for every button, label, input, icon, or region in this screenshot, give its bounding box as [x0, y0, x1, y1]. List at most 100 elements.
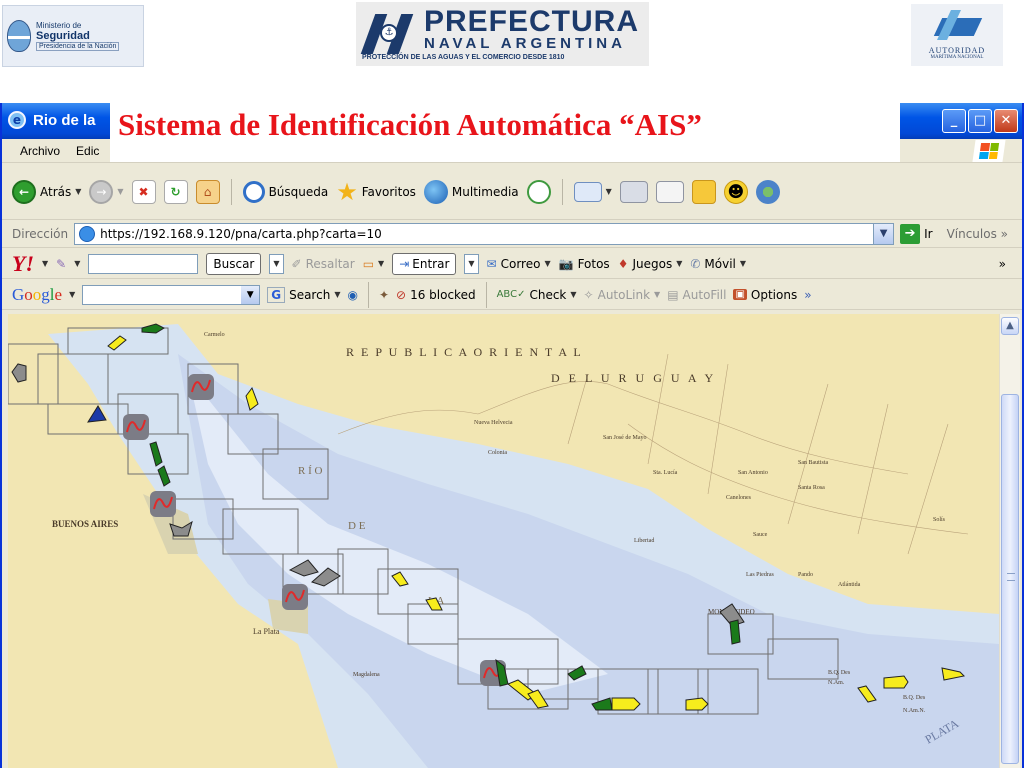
- label-san-antonio: San Antonio: [738, 470, 768, 476]
- pagerank-icon[interactable]: ✦: [379, 288, 389, 302]
- google-letter: o: [24, 284, 33, 304]
- popup-blocked-icon: ⊘: [396, 287, 407, 302]
- home-button[interactable]: ⌂: [195, 179, 220, 204]
- address-toolbar: Dirección https://192.168.9.120/pna/cart…: [2, 220, 1022, 248]
- autoridad-maritima-logo: AUTORIDAD MARÍTIMA NACIONAL: [911, 4, 1003, 66]
- yahoo-search-input[interactable]: [88, 253, 199, 274]
- go-button[interactable]: ➔ Ir: [900, 223, 933, 244]
- ais-station-icon[interactable]: [188, 374, 214, 400]
- google-search-input[interactable]: ▼: [82, 284, 261, 305]
- print-button[interactable]: [619, 180, 648, 203]
- go-label: Ir: [924, 226, 933, 241]
- autoridad-flag-icon: [933, 10, 983, 44]
- ais-station-icon[interactable]: [282, 584, 308, 610]
- signin-icon: ⇥: [399, 256, 410, 271]
- autolink-button[interactable]: ✧ AutoLink ▼: [584, 288, 661, 302]
- contacts-people-icon: [755, 179, 780, 204]
- vessel-icon[interactable]: [729, 619, 741, 645]
- window-button[interactable]: ▭ ▼: [363, 257, 385, 271]
- minimize-button[interactable]: _: [942, 109, 966, 133]
- signin-button[interactable]: ⇥ Entrar: [392, 252, 457, 275]
- history-button[interactable]: [526, 179, 551, 204]
- google-search-button[interactable]: G Search ▼: [267, 286, 340, 303]
- close-button[interactable]: ✕: [994, 109, 1018, 133]
- vessel-icon[interactable]: [883, 675, 909, 689]
- chart-svg: R E P U B L I C A O R I E N T A L D E L …: [8, 323, 999, 768]
- refresh-icon: ↻: [163, 179, 188, 204]
- google-search-dropdown-icon[interactable]: ▼: [241, 285, 260, 304]
- prefectura-word: PREFECTURA: [424, 4, 640, 38]
- slide: Ministerio de Seguridad Presidencia de l…: [0, 0, 1024, 768]
- spellcheck-icon: ABC✓: [496, 289, 526, 300]
- label-pando: Pando: [798, 572, 813, 578]
- mail-button[interactable]: ▼: [573, 181, 612, 202]
- forward-button[interactable]: → ▼: [89, 179, 124, 204]
- favorites-button[interactable]: ★ Favoritos: [336, 180, 416, 204]
- search-button[interactable]: Búsqueda: [242, 180, 328, 203]
- options-button[interactable]: ▣ Options: [733, 288, 797, 302]
- edit-button[interactable]: [655, 180, 684, 203]
- standard-toolbar: ← Atrás ▼ → ▼ ✖ ↻ ⌂ Búsqueda ★ Favoritos…: [2, 164, 1022, 220]
- nautical-chart-map[interactable]: R E P U B L I C A O R I E N T A L D E L …: [8, 314, 999, 768]
- mobile-link[interactable]: ✆ Móvil ▼: [690, 257, 746, 271]
- google-logo[interactable]: Google: [12, 285, 62, 305]
- autolink-icon: ✧: [583, 287, 594, 302]
- ministry-line1: Ministerio de: [36, 20, 82, 30]
- window-title: Rio de la: [33, 112, 96, 129]
- address-field[interactable]: https://192.168.9.120/pna/carta.php?cart…: [74, 222, 895, 245]
- window-icon: ▭: [362, 256, 375, 271]
- vessel-icon[interactable]: [11, 363, 27, 383]
- ais-station-icon[interactable]: [150, 491, 176, 517]
- messenger-notes-button[interactable]: [691, 179, 716, 204]
- pencil-icon[interactable]: ✎: [56, 257, 66, 271]
- games-link[interactable]: ♦ Juegos ▼: [618, 257, 683, 271]
- label-san-jose: San José de Mayo: [603, 435, 647, 441]
- links-label: Vínculos: [946, 226, 997, 241]
- messenger-button[interactable]: ☻: [723, 179, 748, 204]
- back-label: Atrás: [40, 184, 72, 199]
- spell-check-button[interactable]: ABC✓ Check ▼: [497, 288, 577, 302]
- google-more-chevron[interactable]: »: [804, 288, 811, 302]
- autofill-icon: ▤: [667, 287, 679, 302]
- google-letter: e: [54, 284, 63, 304]
- label-atlantida: Atlántida: [838, 582, 861, 588]
- address-dropdown-icon[interactable]: ▼: [873, 223, 894, 244]
- scroll-thumb[interactable]: [1001, 394, 1019, 764]
- google-news-icon[interactable]: ◉: [347, 288, 357, 302]
- mail-link[interactable]: ✉ Correo ▼: [487, 257, 551, 271]
- highlight-button[interactable]: ✐ Resaltar: [292, 257, 355, 271]
- scroll-up-icon[interactable]: ▲: [1001, 317, 1019, 335]
- maximize-button[interactable]: □: [968, 109, 992, 133]
- yahoo-logo[interactable]: Y!: [12, 251, 34, 277]
- photos-link[interactable]: 📷 Fotos: [559, 257, 610, 271]
- yahoo-toolbar: Y! ▼ ✎ ▼ Buscar ▼ ✐ Resaltar ▭ ▼ ⇥ Entrar ▼ …: [2, 249, 1022, 279]
- google-letter: G: [12, 284, 25, 304]
- back-button[interactable]: ← Atrás ▼: [12, 179, 81, 204]
- browser-window: e Rio de la _ □ ✕ Archivo Edic ← Atrás ▼: [0, 103, 1024, 768]
- label-magdalena: Magdalena: [353, 672, 380, 678]
- mail-label: Correo: [500, 256, 541, 271]
- refresh-button[interactable]: ↻: [163, 179, 188, 204]
- menu-edicion[interactable]: Edic: [76, 144, 99, 158]
- signin-dropdown[interactable]: ▼: [464, 253, 479, 274]
- menu-archivo[interactable]: Archivo: [20, 144, 60, 158]
- contacts-button[interactable]: [755, 179, 780, 204]
- links-button[interactable]: Vínculos »: [947, 227, 1008, 241]
- vertical-scrollbar[interactable]: ▲: [999, 314, 1020, 768]
- label-sauce: Sauce: [753, 532, 768, 538]
- autofill-button[interactable]: ▤ AutoFill: [667, 288, 726, 302]
- options-label: Options: [750, 287, 798, 302]
- yahoo-search-button[interactable]: Buscar: [206, 252, 262, 275]
- popup-blocker-button[interactable]: ⊘ 16 blocked: [396, 288, 476, 302]
- multimedia-button[interactable]: Multimedia: [423, 179, 519, 204]
- ais-station-icon[interactable]: [123, 414, 149, 440]
- mobile-label: Móvil: [704, 256, 736, 271]
- label-santa-lucia: Sta. Lucía: [653, 470, 678, 476]
- label-las-piedras: Las Piedras: [746, 572, 774, 578]
- stop-button[interactable]: ✖: [131, 179, 156, 204]
- vessel-icon[interactable]: [611, 697, 641, 711]
- multimedia-label: Multimedia: [451, 184, 519, 199]
- yahoo-search-dropdown[interactable]: ▼: [269, 253, 284, 274]
- photos-label: Fotos: [577, 256, 610, 271]
- yahoo-more-chevron[interactable]: »: [999, 257, 1006, 271]
